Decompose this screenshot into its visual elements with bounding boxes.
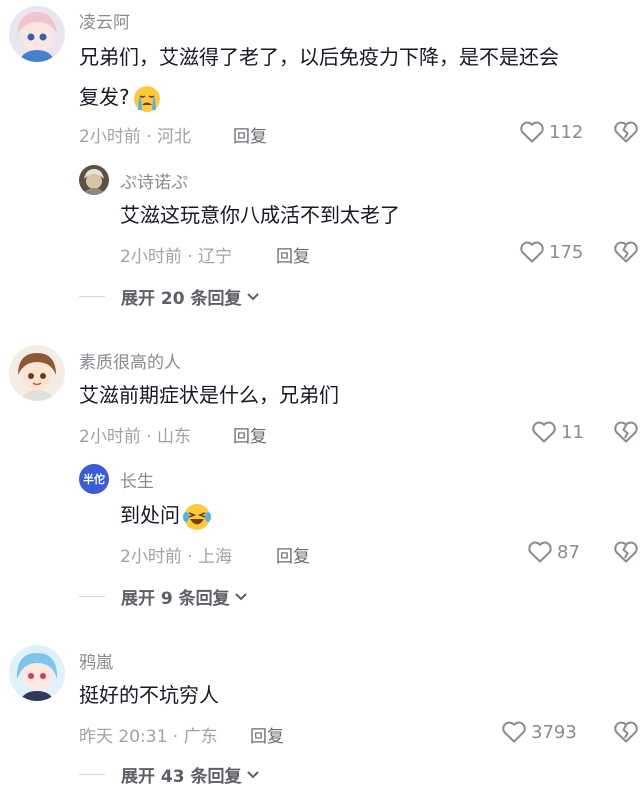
reply-text: 到处问 — [120, 496, 211, 535]
expand-replies-label: 展开 43 条回复 — [121, 767, 242, 787]
comment-time-location: 昨天 20:31 · 广东 — [79, 727, 218, 747]
expand-replies-button[interactable]: 展开 20 条回复 — [79, 284, 260, 309]
expand-replies-label: 展开 9 条回复 — [121, 589, 230, 609]
like-count: 112 — [549, 121, 584, 143]
like-count: 11 — [561, 421, 584, 443]
heart-outline-icon — [520, 121, 544, 143]
avatar[interactable] — [9, 345, 65, 401]
heart-outline-icon — [532, 421, 556, 443]
expand-replies-button[interactable]: 展开 9 条回复 — [79, 584, 248, 609]
dislike-button[interactable] — [613, 119, 639, 145]
reply-button[interactable]: 回复 — [233, 122, 267, 147]
reply-time-location: 2小时前 · 辽宁 — [120, 247, 233, 267]
reply-avatar[interactable] — [79, 165, 109, 195]
comment-username[interactable]: 素质很高的人 — [79, 348, 181, 373]
chevron-down-icon — [234, 592, 247, 600]
laughing-crying-emoji — [183, 503, 211, 530]
reply-text: 艾滋这玩意你八成活不到太老了 — [120, 203, 400, 227]
divider — [79, 774, 105, 775]
comment-username[interactable]: 鸦嵐 — [79, 648, 113, 673]
crying-face-emoji — [133, 85, 160, 112]
broken-heart-icon — [614, 421, 638, 443]
reply-text-content: 到处问 — [120, 503, 180, 527]
comment-time-location: 2小时前 · 山东 — [79, 427, 192, 447]
comment-text-line: 复发? — [79, 85, 130, 109]
avatar[interactable] — [9, 6, 65, 62]
reply-button[interactable]: 回复 — [233, 422, 267, 447]
reply-username[interactable]: ぷ诗诺ぷ — [120, 168, 188, 193]
broken-heart-icon — [614, 721, 638, 743]
broken-heart-icon — [614, 541, 638, 563]
reply-time-location: 2小时前 · 上海 — [120, 547, 233, 567]
heart-outline-icon — [520, 241, 544, 263]
expand-replies-label: 展开 20 条回复 — [121, 289, 242, 309]
comment-text-continued: 复发? — [79, 78, 161, 117]
reply-button[interactable]: 回复 — [250, 722, 284, 747]
chevron-down-icon — [246, 292, 259, 300]
dislike-button[interactable] — [613, 419, 639, 445]
like-button[interactable]: 175 — [519, 240, 583, 264]
expand-replies-button[interactable]: 展开 43 条回复 — [79, 762, 260, 787]
comment-text-line: 兄弟们，艾滋得了老了，以后免疫力下降，是不是还会 — [79, 45, 559, 69]
divider — [79, 296, 105, 297]
dislike-button[interactable] — [613, 239, 639, 265]
heart-outline-icon — [528, 541, 552, 563]
heart-outline-icon — [502, 721, 526, 743]
comment-time-location: 2小时前 · 河北 — [79, 127, 192, 147]
broken-heart-icon — [614, 121, 638, 143]
like-count: 175 — [549, 241, 584, 263]
reply-avatar[interactable]: 半佗 — [79, 464, 109, 494]
reply-username[interactable]: 长生 — [120, 467, 154, 492]
dislike-button[interactable] — [613, 719, 639, 745]
comment-text: 艾滋前期症状是什么，兄弟们 — [79, 383, 339, 407]
comment-text: 挺好的不坑穷人 — [79, 683, 219, 707]
like-button[interactable]: 112 — [519, 120, 583, 144]
reply-avatar-text: 半佗 — [83, 473, 105, 486]
avatar[interactable] — [9, 645, 65, 701]
like-button[interactable]: 87 — [527, 540, 580, 564]
like-button[interactable]: 11 — [531, 420, 584, 444]
divider — [79, 596, 105, 597]
reply-button[interactable]: 回复 — [276, 542, 310, 567]
like-count: 87 — [557, 541, 580, 563]
like-count: 3793 — [531, 721, 577, 743]
like-button[interactable]: 3793 — [501, 720, 577, 744]
broken-heart-icon — [614, 241, 638, 263]
reply-button[interactable]: 回复 — [276, 242, 310, 267]
dislike-button[interactable] — [613, 539, 639, 565]
comment-username[interactable]: 凌云阿 — [79, 8, 130, 33]
chevron-down-icon — [246, 770, 259, 778]
comment-text: 兄弟们，艾滋得了老了，以后免疫力下降，是不是还会 — [79, 38, 559, 77]
